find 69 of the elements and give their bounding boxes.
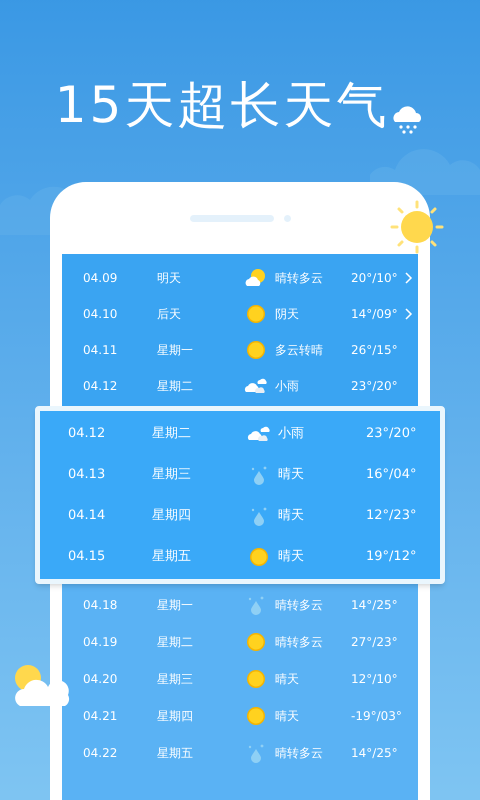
weather-condition-text: 晴天 (277, 466, 305, 484)
chevron-right-icon[interactable] (405, 308, 413, 320)
weekday-text: 星期四 (152, 506, 192, 525)
temperature-text: -19°/03° (351, 708, 403, 724)
weather-condition-text: 阴天 (274, 306, 300, 323)
clouds-icon (244, 377, 268, 395)
temperature-text: 26°/15° (351, 342, 399, 359)
weather-condition-text: 晴天 (277, 548, 305, 566)
headline-text: 15天超长天气 (54, 80, 390, 130)
raindrops-icon (250, 464, 268, 484)
raindrops-icon (247, 594, 265, 614)
temperature-text: 14°/09° (351, 306, 399, 323)
weather-condition-text: 小雨 (274, 378, 300, 395)
sun-icon (246, 706, 266, 726)
sun-drawing (390, 200, 444, 254)
weekday-text: 星期三 (152, 466, 192, 484)
weekday-text: 星期五 (157, 744, 194, 762)
temperature-text: 19°/12° (366, 548, 418, 566)
date-text: 04.18 (83, 596, 118, 614)
temperature-text: 14°/25° (351, 596, 399, 614)
date-text: 04.12 (83, 378, 118, 395)
sun-icon (246, 340, 266, 360)
date-text: 04.19 (83, 634, 118, 650)
sun-behind-cloud-icon (244, 268, 268, 288)
temperature-text: 16°/04° (366, 466, 418, 484)
weather-condition-text: 晴转多云 (274, 634, 324, 650)
date-text: 04.22 (83, 744, 118, 762)
weekday-text: 星期二 (157, 378, 194, 395)
date-text: 04.10 (83, 306, 118, 323)
weather-condition-text: 晴转多云 (274, 744, 324, 762)
date-text: 04.11 (83, 342, 118, 359)
date-text: 04.21 (83, 708, 118, 724)
weekday-text: 后天 (157, 306, 182, 323)
weekday-text: 星期四 (157, 708, 194, 724)
weekday-text: 星期一 (157, 342, 194, 359)
date-text: 04.09 (83, 270, 118, 287)
sun-icon (246, 668, 266, 688)
weather-condition-text: 晴天 (274, 670, 300, 688)
temperature-text: 27°/23° (351, 634, 399, 650)
raindrops-icon (250, 506, 268, 526)
date-text: 04.15 (68, 548, 106, 566)
weather-condition-text: 小雨 (277, 424, 305, 443)
weather-condition-text: 晴天 (277, 506, 305, 525)
weekday-text: 星期五 (152, 548, 192, 566)
weekday-text: 明天 (157, 270, 182, 287)
date-text: 04.12 (68, 424, 106, 443)
temperature-text: 14°/25° (351, 744, 399, 762)
temperature-text: 12°/10° (351, 670, 399, 688)
temperature-text: 12°/23° (366, 506, 418, 525)
date-text: 04.13 (68, 466, 106, 484)
weather-condition-text: 晴转多云 (274, 596, 324, 614)
sun-icon (246, 632, 266, 652)
weather-condition-text: 晴转多云 (274, 270, 324, 287)
chevron-right-icon[interactable] (405, 272, 413, 284)
sun-icon (246, 304, 266, 324)
weekday-text: 星期一 (157, 596, 194, 614)
clouds-icon (247, 424, 271, 442)
temperature-text: 20°/10° (351, 270, 399, 287)
sun-icon (249, 546, 269, 566)
date-text: 04.14 (68, 506, 106, 525)
weather-condition-text: 多云转晴 (274, 342, 324, 359)
temperature-text: 23°/20° (351, 378, 399, 395)
raindrops-icon (247, 742, 265, 762)
weekday-text: 星期二 (157, 634, 194, 650)
temperature-text: 23°/20° (366, 424, 418, 443)
weekday-text: 星期二 (152, 424, 192, 443)
weekday-text: 星期三 (157, 670, 194, 688)
weather-condition-text: 晴天 (274, 708, 300, 724)
date-text: 04.20 (83, 670, 118, 688)
